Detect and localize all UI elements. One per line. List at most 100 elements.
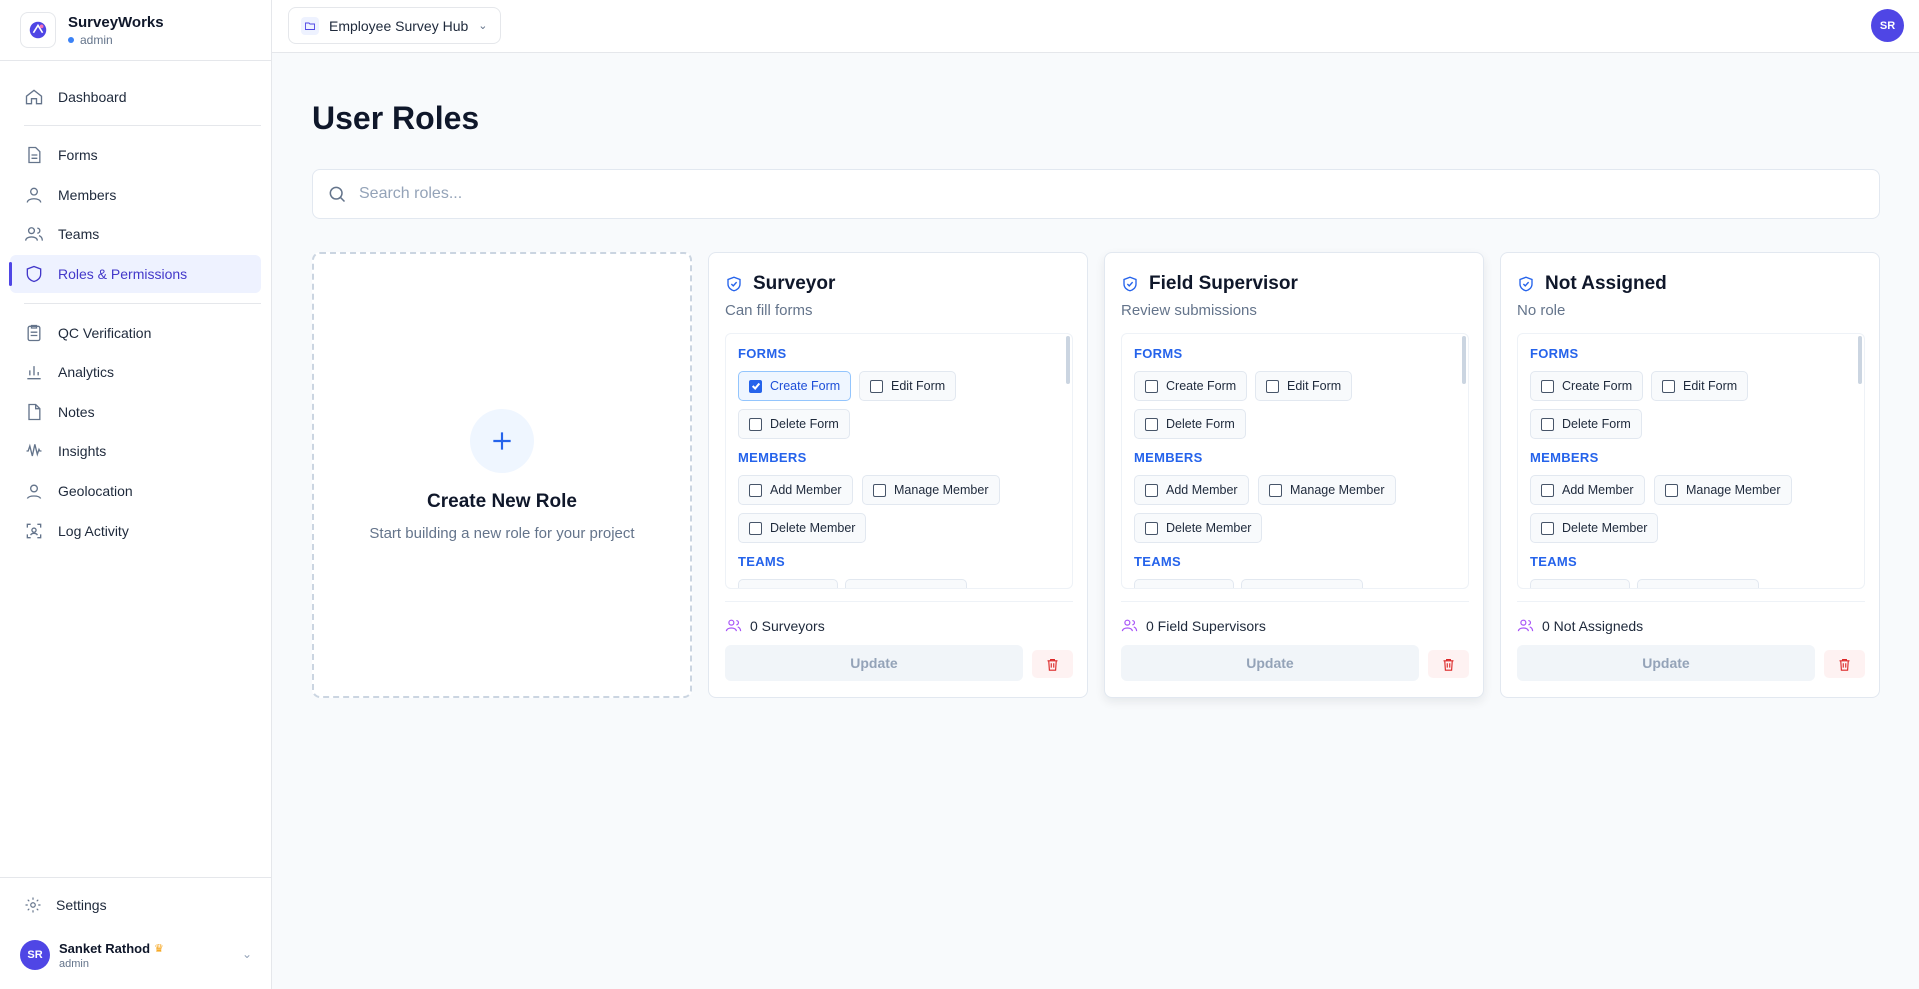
scan-icon — [26, 523, 42, 539]
nav-divider — [24, 125, 261, 126]
settings-link[interactable]: Settings — [24, 896, 107, 914]
perm-group-forms: FORMS — [738, 346, 787, 361]
perm-delete-form[interactable]: Delete Form — [1530, 409, 1642, 439]
role-name: Field Supervisor — [1149, 273, 1298, 294]
permissions-panel[interactable]: FORMS Create Form Edit Form Delete Form … — [1517, 333, 1865, 589]
sidebar-item-label: Analytics — [58, 364, 115, 380]
member-count: 0 Surveyors — [725, 617, 825, 634]
member-count: 0 Field Supervisors — [1121, 617, 1266, 634]
perm-delete-member[interactable]: Delete Member — [1134, 513, 1263, 543]
sidebar-item-teams[interactable]: Teams — [10, 215, 261, 253]
perm-create-form[interactable]: Create Form — [1530, 371, 1644, 401]
brand[interactable]: SurveyWorks admin — [0, 0, 271, 61]
permissions-panel[interactable]: FORMS Create Form Edit Form Delete Form … — [1121, 333, 1469, 589]
checkbox-icon — [1541, 521, 1554, 535]
scrollbar-thumb[interactable] — [1066, 336, 1070, 384]
scrollbar-thumb[interactable] — [1462, 336, 1466, 384]
sidebar-footer: Settings SR Sanket Rathod ♛ admin ⌄ — [0, 877, 272, 989]
create-role-card[interactable]: Create New Role Start building a new rol… — [312, 252, 692, 698]
perm-add-member[interactable]: Add Member — [738, 475, 853, 505]
shield-check-icon — [1123, 276, 1137, 292]
role-description: Can fill forms — [725, 302, 813, 319]
sidebar: SurveyWorks admin Dashboard Forms Member… — [0, 0, 272, 989]
users-icon — [725, 619, 742, 632]
sidebar-item-label: Members — [58, 187, 117, 203]
perm-team-chip[interactable] — [1134, 579, 1234, 588]
perm-group-forms: FORMS — [1530, 346, 1579, 361]
checkbox-icon — [873, 483, 886, 497]
sidebar-item-forms[interactable]: Forms — [10, 136, 261, 174]
perm-add-member[interactable]: Add Member — [1134, 475, 1249, 505]
perm-edit-form[interactable]: Edit Form — [859, 371, 957, 401]
sidebar-item-label: Dashboard — [58, 89, 127, 105]
search-bar — [312, 169, 1880, 219]
checkbox-icon — [1145, 417, 1158, 431]
delete-button[interactable] — [1032, 650, 1073, 678]
checkbox-icon — [1541, 417, 1554, 431]
chevron-down-icon[interactable]: ⌄ — [242, 947, 252, 961]
perm-edit-form[interactable]: Edit Form — [1651, 371, 1749, 401]
trash-icon — [1839, 658, 1850, 671]
perm-create-form[interactable]: Create Form — [1134, 371, 1248, 401]
project-selector[interactable]: Employee Survey Hub ⌄ — [288, 7, 501, 44]
role-card-surveyor: Surveyor Can fill forms FORMS Create For… — [708, 252, 1088, 698]
perm-manage-member[interactable]: Manage Member — [1654, 475, 1792, 505]
perm-team-chip[interactable] — [738, 579, 838, 588]
perm-delete-member[interactable]: Delete Member — [1530, 513, 1659, 543]
sidebar-item-insights[interactable]: Insights — [10, 432, 261, 470]
clipboard-icon — [27, 324, 41, 342]
perm-edit-form[interactable]: Edit Form — [1255, 371, 1353, 401]
shield-check-icon — [727, 276, 741, 292]
perm-team-chip[interactable] — [1241, 579, 1363, 588]
perm-delete-form[interactable]: Delete Form — [1134, 409, 1246, 439]
perm-team-chip[interactable] — [845, 579, 967, 588]
sidebar-item-members[interactable]: Members — [10, 176, 261, 214]
sidebar-item-qc-verification[interactable]: QC Verification — [10, 314, 261, 352]
users-icon — [1517, 619, 1534, 632]
sidebar-item-geolocation[interactable]: Geolocation — [10, 472, 261, 510]
role-card-field-supervisor: Field Supervisor Review submissions FORM… — [1104, 252, 1484, 698]
perm-group-members: MEMBERS — [1134, 450, 1203, 465]
perm-delete-form[interactable]: Delete Form — [738, 409, 850, 439]
checkbox-icon — [1266, 379, 1279, 393]
checkbox-icon — [749, 483, 762, 497]
delete-button[interactable] — [1824, 650, 1865, 678]
perm-manage-member[interactable]: Manage Member — [1258, 475, 1396, 505]
sidebar-item-label: QC Verification — [58, 325, 152, 341]
perm-manage-member[interactable]: Manage Member — [862, 475, 1000, 505]
top-avatar[interactable]: SR — [1871, 9, 1904, 42]
perm-delete-member[interactable]: Delete Member — [738, 513, 867, 543]
brand-role: admin — [68, 33, 164, 47]
scrollbar-thumb[interactable] — [1858, 336, 1862, 384]
delete-button[interactable] — [1428, 650, 1469, 678]
avatar: SR — [20, 940, 50, 970]
search-input[interactable] — [359, 185, 1859, 203]
perm-team-chip[interactable] — [1637, 579, 1759, 588]
update-button[interactable]: Update — [1517, 645, 1815, 681]
update-button[interactable]: Update — [725, 645, 1023, 681]
perm-group-members: MEMBERS — [738, 450, 807, 465]
nav-divider — [24, 303, 261, 304]
perm-add-member[interactable]: Add Member — [1530, 475, 1645, 505]
sidebar-item-log-activity[interactable]: Log Activity — [10, 512, 261, 550]
brand-name: SurveyWorks — [68, 13, 164, 31]
checkbox-checked-icon — [749, 379, 762, 393]
permissions-panel[interactable]: FORMS Create Form Edit Form Delete Form … — [725, 333, 1073, 589]
update-button[interactable]: Update — [1121, 645, 1419, 681]
sidebar-item-analytics[interactable]: Analytics — [10, 353, 261, 391]
perm-create-form[interactable]: Create Form — [738, 371, 852, 401]
file-icon — [28, 146, 41, 164]
page-title: User Roles — [312, 100, 480, 136]
sidebar-item-roles-permissions[interactable]: Roles & Permissions — [9, 255, 261, 293]
perm-team-chip[interactable] — [1530, 579, 1630, 588]
map-pin-icon — [26, 484, 42, 499]
sidebar-item-dashboard[interactable]: Dashboard — [10, 78, 261, 116]
checkbox-icon — [749, 417, 762, 431]
folder-icon — [301, 16, 319, 35]
search-icon — [329, 186, 346, 203]
sidebar-item-notes[interactable]: Notes — [10, 393, 261, 431]
sidebar-item-label: Teams — [58, 226, 100, 242]
plus-icon — [470, 408, 534, 473]
sidebar-item-label: Insights — [58, 443, 107, 459]
user-menu[interactable]: SR Sanket Rathod ♛ admin ⌄ — [20, 940, 252, 970]
